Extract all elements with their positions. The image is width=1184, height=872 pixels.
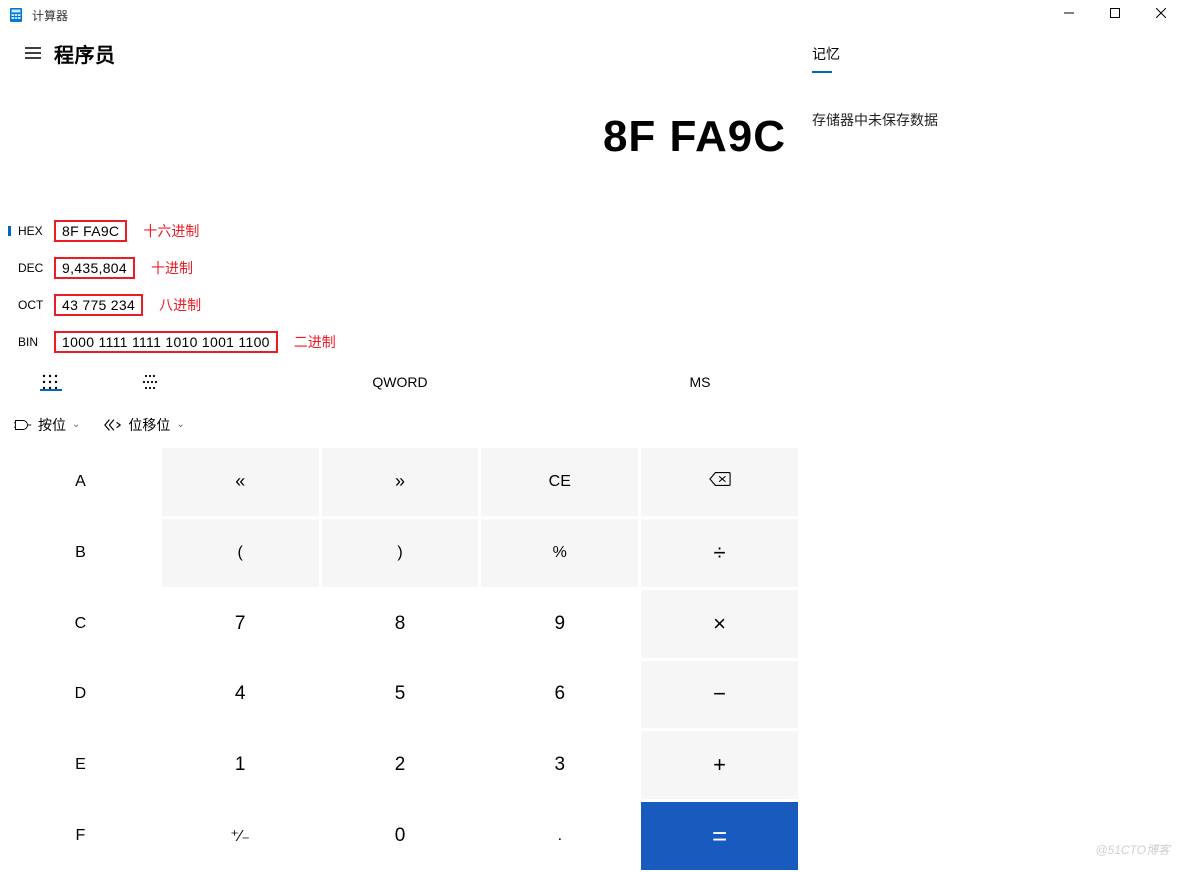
base-label: OCT xyxy=(10,298,54,312)
key-divide[interactable]: ÷ xyxy=(641,519,798,587)
key-7[interactable]: 7 xyxy=(162,590,319,658)
key-decimal[interactable]: . xyxy=(481,802,638,870)
bit-toggle-icon xyxy=(140,372,160,392)
base-row-oct[interactable]: OCT 43 775 234 八进制 xyxy=(10,286,800,323)
window-title: 计算器 xyxy=(32,7,68,24)
key-4[interactable]: 4 xyxy=(162,661,319,729)
base-label: DEC xyxy=(10,261,54,275)
key-left-paren[interactable]: ( xyxy=(162,519,319,587)
key-minus[interactable]: − xyxy=(641,661,798,729)
key-hex-e[interactable]: E xyxy=(2,731,159,799)
annotation-oct: 八进制 xyxy=(159,295,201,315)
annotation-hex: 十六进制 xyxy=(143,221,199,241)
base-value-hex: 8F FA9C xyxy=(54,220,127,242)
memory-store-button[interactable]: MS xyxy=(600,374,800,390)
chevron-down-icon: ⌄ xyxy=(176,419,184,430)
backspace-icon xyxy=(709,471,731,492)
bitshift-dropdown[interactable]: 位移位 ⌄ xyxy=(98,411,190,439)
key-hex-a[interactable]: A xyxy=(2,448,159,516)
key-equals[interactable]: = xyxy=(641,802,798,870)
bitshift-icon xyxy=(104,416,122,434)
full-keypad-toggle[interactable] xyxy=(0,372,100,392)
key-0[interactable]: 0 xyxy=(322,802,479,870)
calculator-app-icon xyxy=(8,7,24,23)
annotation-bin: 二进制 xyxy=(294,332,336,352)
bit-toggling-keypad-toggle[interactable] xyxy=(100,372,200,392)
key-1[interactable]: 1 xyxy=(162,731,319,799)
key-right-paren[interactable]: ) xyxy=(322,519,479,587)
key-hex-f[interactable]: F xyxy=(2,802,159,870)
key-percent[interactable]: % xyxy=(481,519,638,587)
chevron-down-icon: ⌄ xyxy=(72,419,80,430)
key-8[interactable]: 8 xyxy=(322,590,479,658)
window-controls xyxy=(1046,0,1184,28)
base-value-oct: 43 775 234 xyxy=(54,294,143,316)
bitwise-dropdown-label: 按位 xyxy=(38,415,66,435)
key-9[interactable]: 9 xyxy=(481,590,638,658)
key-5[interactable]: 5 xyxy=(322,661,479,729)
key-hex-d[interactable]: D xyxy=(2,661,159,729)
title-bar: 计算器 xyxy=(0,0,1184,30)
word-size-toggle[interactable]: QWORD xyxy=(200,374,600,390)
key-plus[interactable]: + xyxy=(641,731,798,799)
and-gate-icon xyxy=(14,416,32,434)
hamburger-menu-button[interactable] xyxy=(14,34,52,72)
base-label: BIN xyxy=(10,335,54,349)
key-2[interactable]: 2 xyxy=(322,731,479,799)
key-multiply[interactable]: × xyxy=(641,590,798,658)
calculator-mode-title: 程序员 xyxy=(54,39,116,68)
maximize-button[interactable] xyxy=(1092,0,1138,28)
memory-tab[interactable]: 记忆 xyxy=(812,40,840,70)
base-value-bin: 1000 1111 1111 1010 1001 1100 xyxy=(54,331,278,353)
key-lshift[interactable]: « xyxy=(162,448,319,516)
minimize-button[interactable] xyxy=(1046,0,1092,28)
memory-empty-text: 存储器中未保存数据 xyxy=(812,110,1172,130)
base-value-dec: 9,435,804 xyxy=(54,257,135,279)
base-label: HEX xyxy=(10,224,54,238)
keypad-icon xyxy=(40,372,60,392)
result-display: 8F FA9C xyxy=(0,72,800,212)
key-clear-entry[interactable]: CE xyxy=(481,448,638,516)
key-hex-b[interactable]: B xyxy=(2,519,159,587)
bitwise-dropdown[interactable]: 按位 ⌄ xyxy=(8,411,86,439)
watermark: @51CTO博客 xyxy=(1095,841,1170,858)
annotation-dec: 十进制 xyxy=(151,258,193,278)
key-6[interactable]: 6 xyxy=(481,661,638,729)
key-3[interactable]: 3 xyxy=(481,731,638,799)
key-hex-c[interactable]: C xyxy=(2,590,159,658)
close-button[interactable] xyxy=(1138,0,1184,28)
key-backspace[interactable] xyxy=(641,448,798,516)
key-rshift[interactable]: » xyxy=(322,448,479,516)
key-negate[interactable]: ⁺⁄₋ xyxy=(162,802,319,870)
base-row-hex[interactable]: HEX 8F FA9C 十六进制 xyxy=(10,212,800,249)
keypad: A « » CE B ( ) % ÷ C 7 8 9 × D xyxy=(0,446,800,872)
base-row-bin[interactable]: BIN 1000 1111 1111 1010 1001 1100 二进制 xyxy=(10,323,800,360)
bitshift-dropdown-label: 位移位 xyxy=(128,415,170,435)
base-row-dec[interactable]: DEC 9,435,804 十进制 xyxy=(10,249,800,286)
